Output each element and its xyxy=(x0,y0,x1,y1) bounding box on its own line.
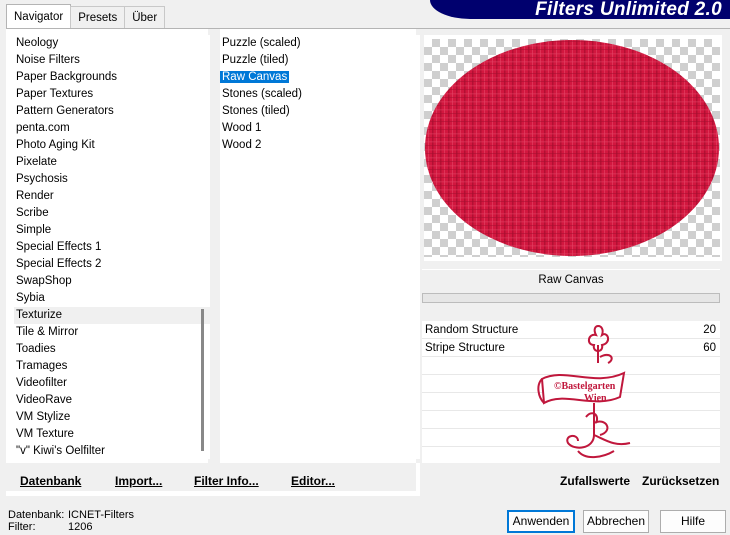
filter-item[interactable]: Stones (tiled) xyxy=(220,103,420,120)
filter-item-label: Puzzle (tiled) xyxy=(222,54,289,66)
import-button[interactable]: Import... xyxy=(115,474,162,488)
category-item[interactable]: Noise Filters xyxy=(14,52,210,69)
reset-button[interactable]: Zurücksetzen xyxy=(642,474,719,488)
category-item[interactable]: "v" Kiwi's Oelfilter xyxy=(14,443,210,460)
category-item[interactable]: Photo Aging Kit xyxy=(14,137,210,154)
category-item[interactable]: penta.com xyxy=(14,120,210,137)
datenbank-value: ICNET-Filters xyxy=(68,509,134,521)
parameter-list: Random Structure 20 Stripe Structure 60 xyxy=(422,321,720,465)
category-list[interactable]: Neology Noise Filters Paper Backgrounds Pap… xyxy=(14,35,210,459)
category-item[interactable]: Pixelate xyxy=(14,154,210,171)
category-item[interactable]: Sybia xyxy=(14,290,210,307)
datenbank-label: Datenbank: xyxy=(8,509,65,521)
param-name: Random Structure xyxy=(425,324,519,336)
category-item[interactable]: Tramages xyxy=(14,358,210,375)
right-button-bar: Zufallswerte Zurücksetzen xyxy=(420,463,730,497)
category-item[interactable]: Toadies xyxy=(14,341,210,358)
apply-button[interactable]: Anwenden xyxy=(507,510,575,533)
category-item[interactable]: Pattern Generators xyxy=(14,103,210,120)
left-button-bar: Datenbank Import... Filter Info... Edito… xyxy=(6,463,416,491)
help-button[interactable]: Hilfe xyxy=(660,510,726,533)
filter-count-label: Filter: xyxy=(8,521,36,533)
category-item[interactable]: Psychosis xyxy=(14,171,210,188)
watermark-logo: ©Bastelgarten Wien xyxy=(537,325,631,458)
category-item[interactable]: Paper Backgrounds xyxy=(14,69,210,86)
svg-text:Wien: Wien xyxy=(584,393,607,404)
param-value: 60 xyxy=(703,342,716,354)
raw-canvas-preview xyxy=(425,40,719,256)
filter-list[interactable]: Puzzle (scaled) Puzzle (tiled) Raw Canvas S… xyxy=(220,35,420,459)
app-title: Filters Unlimited 2.0 xyxy=(535,0,722,20)
tab-about[interactable]: Über xyxy=(124,6,166,28)
category-item[interactable]: Simple xyxy=(14,222,210,239)
tab-bar: Navigator Presets Über xyxy=(6,4,166,28)
preview-image[interactable] xyxy=(424,39,720,257)
category-item[interactable]: SwapShop xyxy=(14,273,210,290)
category-item[interactable]: Tile & Mirror xyxy=(14,324,210,341)
param-name: Stripe Structure xyxy=(425,342,505,354)
tab-presets[interactable]: Presets xyxy=(70,6,126,28)
progress-bar xyxy=(422,293,720,303)
cancel-button[interactable]: Abbrechen xyxy=(583,510,649,533)
category-item[interactable]: Neology xyxy=(14,35,210,52)
filter-item-label: Wood 1 xyxy=(222,122,262,134)
filter-item[interactable]: Stones (scaled) xyxy=(220,86,420,103)
category-item[interactable]: Texturize xyxy=(14,307,210,324)
filter-item[interactable]: Raw Canvas xyxy=(220,69,420,86)
category-scrollbar[interactable] xyxy=(201,309,204,451)
category-item[interactable]: VM Stylize xyxy=(14,409,210,426)
datenbank-button[interactable]: Datenbank xyxy=(20,474,81,488)
category-item[interactable]: Scribe xyxy=(14,205,210,222)
filter-item[interactable]: Puzzle (tiled) xyxy=(220,52,420,69)
filter-item-label: Puzzle (scaled) xyxy=(222,37,301,49)
svg-text:©Bastelgarten: ©Bastelgarten xyxy=(554,381,616,392)
filter-count-value: 1206 xyxy=(68,521,93,533)
filter-item-label: Wood 2 xyxy=(222,139,262,151)
current-filter-name: Raw Canvas xyxy=(422,269,720,291)
param-value: 20 xyxy=(703,324,716,336)
filter-item-label: Stones (tiled) xyxy=(222,105,290,117)
tab-navigator[interactable]: Navigator xyxy=(6,4,72,28)
category-item[interactable]: VideoRave xyxy=(14,392,210,409)
category-item[interactable]: Render xyxy=(14,188,210,205)
filter-item[interactable]: Wood 2 xyxy=(220,137,420,154)
filter-item[interactable]: Wood 1 xyxy=(220,120,420,137)
category-item[interactable]: Special Effects 1 xyxy=(14,239,210,256)
title-banner: Filters Unlimited 2.0 xyxy=(430,0,730,20)
category-item[interactable]: VM Texture xyxy=(14,426,210,443)
database-info: Datenbank: ICNET-Filters Filter: 1206 xyxy=(8,509,134,533)
random-values-button[interactable]: Zufallswerte xyxy=(560,474,630,488)
category-item[interactable]: Special Effects 2 xyxy=(14,256,210,273)
filter-item[interactable]: Puzzle (scaled) xyxy=(220,35,420,52)
filter-info-button[interactable]: Filter Info... xyxy=(194,474,259,488)
category-item[interactable]: Videofilter xyxy=(14,375,210,392)
filter-item-label: Raw Canvas xyxy=(220,71,290,83)
filter-item-label: Stones (scaled) xyxy=(222,88,302,100)
navigator-panel: Neology Noise Filters Paper Backgrounds Pap… xyxy=(6,28,730,497)
editor-button[interactable]: Editor... xyxy=(291,474,335,488)
category-item[interactable]: Paper Textures xyxy=(14,86,210,103)
